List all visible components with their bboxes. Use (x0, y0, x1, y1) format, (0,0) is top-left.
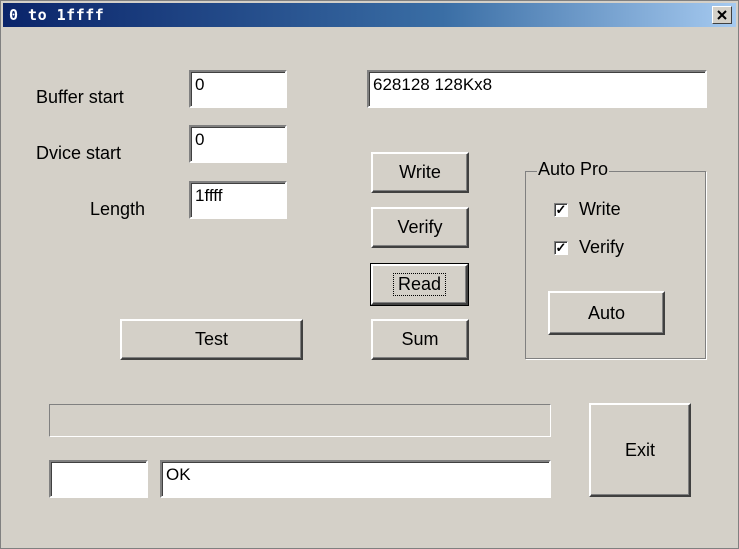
auto-button[interactable]: Auto (548, 291, 665, 335)
buffer-start-label: Buffer start (36, 87, 124, 107)
device-start-input[interactable]: 0 (189, 125, 287, 163)
auto-pro-legend: Auto Pro (537, 159, 610, 180)
progress-bar (49, 404, 551, 437)
read-button-label: Read (392, 273, 447, 296)
auto-write-label[interactable]: Write (579, 199, 621, 220)
chip-info-field[interactable]: 628128 128Kx8 (367, 70, 707, 108)
checkmark-icon: ✓ (555, 202, 567, 217)
device-start-label: Dvice start (36, 143, 122, 163)
checkmark-icon: ✓ (555, 240, 567, 255)
program-dialog: 0 to 1ffff Buffer start 0 Dvice start 0 … (0, 0, 739, 549)
sum-button[interactable]: Sum (371, 319, 469, 360)
close-button[interactable] (712, 6, 732, 24)
close-icon (717, 9, 727, 20)
length-input[interactable]: 1ffff (189, 181, 287, 219)
window-title: 0 to 1ffff (9, 6, 105, 24)
read-button[interactable]: Read (370, 263, 469, 306)
auto-verify-checkbox[interactable]: ✓ (554, 241, 568, 255)
auto-verify-label[interactable]: Verify (579, 237, 624, 258)
buffer-start-input[interactable]: 0 (189, 70, 287, 108)
length-label: Length (90, 199, 146, 219)
test-button[interactable]: Test (120, 319, 303, 360)
write-button[interactable]: Write (371, 152, 469, 193)
auto-write-checkbox[interactable]: ✓ (554, 203, 568, 217)
status-value-field[interactable] (49, 460, 148, 498)
verify-button[interactable]: Verify (371, 207, 469, 248)
exit-button[interactable]: Exit (589, 403, 691, 497)
title-bar[interactable]: 0 to 1ffff (3, 3, 736, 27)
status-message-field[interactable]: OK (160, 460, 551, 498)
